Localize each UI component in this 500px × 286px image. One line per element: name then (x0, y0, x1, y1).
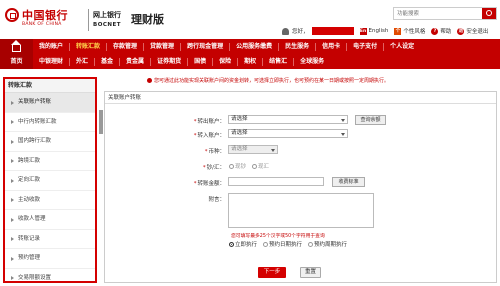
notice-text: 您可通过此功能实现关联账户间的资金划转，可选择立即执行，也可预约在某一日期或按照… (147, 77, 389, 84)
sidebar-item-cross-border[interactable]: 跨境汇款 (5, 152, 95, 171)
home-icon (11, 40, 21, 52)
nav-item-utility-payment[interactable]: 公用服务缴费 (230, 42, 280, 51)
header-divider (88, 9, 89, 31)
logo-english-name: BANK OF CHINA (22, 22, 62, 27)
user-toolbar: 您好， En English 个 个性风格 ? 帮助 退 安全退出 (282, 26, 494, 36)
nav-item-personal-settings[interactable]: 个人设定 (384, 43, 420, 51)
to-account-select[interactable]: 请选择 (228, 129, 348, 138)
nav-item-fund[interactable]: 基金 (95, 57, 121, 66)
english-icon: En (359, 27, 367, 35)
nav-item-insurance[interactable]: 保险 (213, 57, 239, 66)
fee-standard-button[interactable]: 收费标准 (332, 177, 365, 187)
from-account-label: *转出账户： (193, 119, 225, 125)
bank-logo-icon[interactable] (5, 8, 19, 22)
logout-icon: 退 (457, 27, 465, 35)
nav-row-primary: 我的账户 转账汇款 存款管理 贷款管理 跨行现金管理 公用服务缴费 民生服务 信… (33, 39, 420, 54)
function-search (393, 7, 497, 20)
nav-item-forex[interactable]: 外汇 (70, 57, 96, 66)
sidebar-title: 转账汇款 (5, 79, 95, 93)
nav-item-loan[interactable]: 贷款管理 (144, 42, 182, 51)
radio-dot (308, 241, 313, 247)
from-account-select[interactable]: 请选择 (228, 115, 348, 124)
header: 中国银行 BANK OF CHINA 网上银行 BOCNET 理财版 您好， E… (0, 0, 500, 38)
memo-label: 附言： (208, 197, 225, 203)
main-content: 您可通过此功能实现关联账户间的资金划转，可选择立即执行，也可预约在某一日期或按照… (104, 77, 497, 283)
memo-hint: 您可填写最多25个汉字或50个字符用于查询 (231, 234, 325, 239)
nav-item-cash-management[interactable]: 跨行现金管理 (181, 42, 231, 51)
style-icon: 个 (394, 27, 402, 35)
reset-button[interactable]: 重置 (300, 267, 321, 278)
sidebar-item-directed-transfer[interactable]: 定向汇款 (5, 171, 95, 191)
nav-row-secondary: 中银理财 外汇 基金 贵金属 证券期货 国债 保险 期权 结售汇 全球服务 (33, 54, 330, 69)
nav-item-credit-card[interactable]: 信用卡 (316, 42, 348, 51)
main-nav: 首页 我的账户 转账汇款 存款管理 贷款管理 跨行现金管理 公用服务缴费 民生服… (0, 39, 500, 69)
sidebar-item-linked-account-transfer[interactable]: 关联账户转账 (5, 93, 95, 113)
search-input[interactable] (394, 8, 480, 19)
exec-immediate-radio[interactable]: 立即执行 (229, 240, 257, 248)
currency-label: *币种： (204, 149, 225, 155)
personal-style-link[interactable]: 个性风格 (403, 27, 425, 35)
sidebar-item-limit-settings[interactable]: 交易限额设置 (5, 269, 95, 286)
nav-item-bonds[interactable]: 国债 (188, 57, 214, 66)
english-link[interactable]: English (369, 28, 389, 34)
next-step-button[interactable]: 下一步 (258, 267, 286, 278)
home-button[interactable]: 首页 (0, 39, 33, 69)
search-icon[interactable] (482, 8, 496, 19)
nav-item-securities[interactable]: 证券期货 (151, 57, 189, 66)
radio-dot (229, 163, 234, 169)
help-icon: ? (431, 27, 439, 35)
radio-dot (252, 163, 257, 169)
help-link[interactable]: 帮助 (440, 27, 451, 35)
panel-title: 关联账户转账 (105, 92, 496, 104)
home-label: 首页 (10, 58, 23, 65)
sidebar-collapse-handle[interactable] (99, 110, 103, 134)
nav-item-deposit[interactable]: 存款管理 (107, 42, 145, 51)
transfer-panel: 关联账户转账 *转出账户： 请选择 查询余额 *转入账户： 请选择 *币种： 请… (104, 91, 497, 283)
nav-item-transfer[interactable]: 转账汇款 (70, 42, 108, 51)
nav-item-options[interactable]: 期权 (238, 57, 264, 66)
sidebar-item-boc-transfer[interactable]: 中行内转账汇款 (5, 113, 95, 132)
brand-chinese: 网上银行 (93, 11, 121, 19)
nav-item-wealth[interactable]: 中银理财 (33, 57, 71, 66)
to-account-label: *转入账户： (193, 133, 225, 139)
nav-item-my-account[interactable]: 我的账户 (33, 42, 71, 51)
remit-radio[interactable]: 现汇 (252, 162, 269, 170)
query-balance-button[interactable]: 查询余额 (355, 115, 386, 125)
memo-textarea[interactable] (228, 193, 374, 228)
amount-input[interactable] (228, 177, 324, 186)
sidebar-item-scheduled-management[interactable]: 预约管理 (5, 249, 95, 269)
logo-chinese-name[interactable]: 中国银行 (22, 7, 68, 23)
nav-item-global[interactable]: 全球服务 (294, 58, 330, 66)
cash-remit-label: *钞/汇： (202, 165, 225, 171)
brand-english: BOCNET (93, 22, 122, 28)
username-redacted (311, 27, 354, 35)
transfer-sidebar: 转账汇款 关联账户转账 中行内转账汇款 国内跨行汇款 跨境汇款 定向汇款 主动收… (3, 77, 97, 283)
sidebar-item-interbank-transfer[interactable]: 国内跨行汇款 (5, 132, 95, 152)
notice-message: 您可通过此功能实现关联账户间的资金划转，可选择立即执行，也可预约在某一日期或按照… (154, 78, 390, 84)
nav-item-fx-settlement[interactable]: 结售汇 (263, 57, 295, 66)
sidebar-item-transfer-records[interactable]: 转账记录 (5, 230, 95, 249)
radio-dot (263, 241, 268, 247)
sidebar-item-active-collection[interactable]: 主动收款 (5, 191, 95, 210)
logout-link[interactable]: 安全退出 (466, 27, 488, 35)
amount-label: *转账金额： (193, 181, 225, 187)
exec-periodic-radio[interactable]: 预约周期执行 (308, 240, 347, 248)
currency-select[interactable]: 请选择 (228, 145, 278, 154)
nav-item-precious-metal[interactable]: 贵金属 (120, 57, 152, 66)
info-icon (147, 78, 152, 83)
nav-item-e-payment[interactable]: 电子支付 (347, 42, 385, 51)
user-icon (282, 27, 289, 35)
sidebar-item-payee-management[interactable]: 收款人管理 (5, 210, 95, 230)
greeting-text: 您好， (292, 29, 309, 35)
brand-edition-title: 理财版 (131, 13, 164, 26)
cash-radio[interactable]: 现钞 (229, 162, 246, 170)
radio-dot (229, 241, 234, 247)
exec-scheduled-date-radio[interactable]: 预约日期执行 (263, 240, 302, 248)
nav-item-livelihood[interactable]: 民生服务 (279, 42, 317, 51)
